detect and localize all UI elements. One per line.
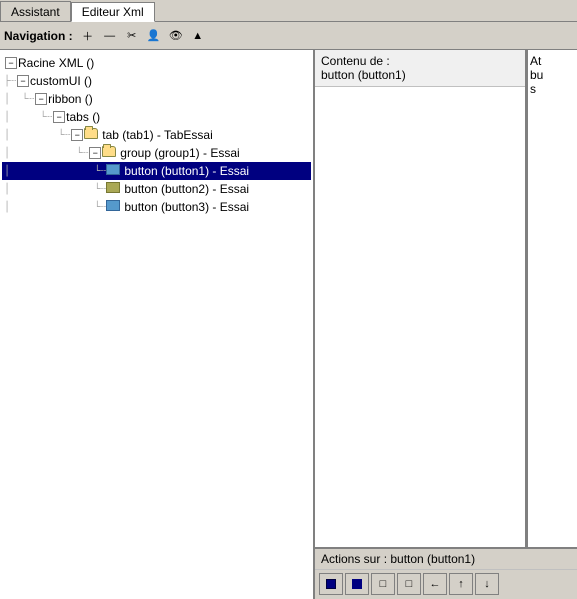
- toolbar-up-btn[interactable]: ▲: [187, 26, 209, 46]
- action-btn-down[interactable]: ↓: [475, 573, 499, 595]
- tree-item-group1[interactable]: │ └┈ − group (group1) - Essai: [2, 144, 311, 162]
- down-arrow-icon: ↓: [484, 578, 490, 590]
- connector-customui: ├┈: [4, 76, 16, 87]
- tab-editeur-xml[interactable]: Editeur Xml: [71, 2, 155, 22]
- toolbar-row: Navigation : ＋ — ✂ 👤 👁 ▲: [0, 22, 577, 50]
- item-label-customui: customUI (): [30, 74, 92, 88]
- minus-icon: —: [104, 30, 115, 42]
- action-btn-3[interactable]: □: [371, 573, 395, 595]
- expand-ribbon[interactable]: −: [35, 93, 47, 105]
- folder-icon-group1: [102, 146, 118, 160]
- toolbar-cut-btn[interactable]: ✂: [121, 26, 143, 46]
- square-icon: [352, 579, 362, 589]
- toolbar-add-btn[interactable]: ＋: [77, 26, 99, 46]
- action-btn-2[interactable]: [345, 573, 369, 595]
- attr-panel: At bu s: [527, 50, 577, 547]
- search-icon: 👤: [147, 29, 161, 42]
- back-arrow-icon: ←: [430, 578, 441, 590]
- item-label-button2: button (button2) - Essai: [124, 182, 249, 196]
- button-blue-icon-3: [106, 200, 122, 214]
- tree-item-button1[interactable]: │ └┈ button (button1) - Essai: [2, 162, 311, 180]
- folder-icon-tab1: [84, 128, 100, 142]
- stop-icon: [326, 579, 336, 589]
- toolbar-find-btn[interactable]: 👁: [165, 26, 187, 46]
- expand-customui[interactable]: −: [17, 75, 29, 87]
- up-arrow-icon: ↑: [458, 578, 464, 590]
- button-blue-icon-1: [106, 164, 122, 178]
- main-container: Navigation : ＋ — ✂ 👤 👁 ▲ − Racine XM: [0, 22, 577, 599]
- action-btn-1[interactable]: [319, 573, 343, 595]
- attr-header-3: s: [530, 82, 575, 96]
- content-header-line2: button (button1): [321, 68, 519, 82]
- up-icon: ▲: [192, 30, 203, 42]
- tree-item-racine[interactable]: − Racine XML (): [2, 54, 311, 72]
- attr-header-1: At: [530, 54, 575, 68]
- toolbar-label: Navigation :: [4, 29, 73, 43]
- expand-tabs[interactable]: −: [53, 111, 65, 123]
- paste-icon: □: [406, 578, 413, 590]
- tree-item-tab1[interactable]: │ └┈ − tab (tab1) - TabEssai: [2, 126, 311, 144]
- item-label-tab1: tab (tab1) - TabEssai: [102, 128, 213, 142]
- content-panel: Contenu de : button (button1): [315, 50, 527, 547]
- tree-item-customui[interactable]: ├┈ − customUI (): [2, 72, 311, 90]
- add-icon: ＋: [82, 28, 93, 44]
- connector-button1: │ └┈: [4, 166, 106, 177]
- connector-button3: │ └┈: [4, 202, 106, 213]
- connector-tabs: │ └┈: [4, 112, 52, 123]
- item-label-group1: group (group1) - Essai: [120, 146, 239, 160]
- connector-button2: │ └┈: [4, 184, 106, 195]
- connector-ribbon: │ └┈: [4, 94, 34, 105]
- content-panel-header: Contenu de : button (button1): [315, 50, 525, 87]
- tree-item-button3[interactable]: │ └┈ button (button3) - Essai: [2, 198, 311, 216]
- tree-item-tabs[interactable]: │ └┈ − tabs (): [2, 108, 311, 126]
- item-label-tabs: tabs (): [66, 110, 100, 124]
- attr-header-2: bu: [530, 68, 575, 82]
- action-btn-back[interactable]: ←: [423, 573, 447, 595]
- content-header-line1: Contenu de :: [321, 54, 519, 68]
- right-panels: Contenu de : button (button1) At bu s: [315, 50, 577, 599]
- item-label-ribbon: ribbon (): [48, 92, 93, 106]
- item-label-button3: button (button3) - Essai: [124, 200, 249, 214]
- toolbar-search-btn[interactable]: 👤: [143, 26, 165, 46]
- tree-item-button2[interactable]: │ └┈ button (button2) - Essai: [2, 180, 311, 198]
- action-buttons: □ □ ← ↑ ↓: [315, 570, 577, 598]
- attr-panel-inner: At bu s: [528, 50, 577, 547]
- item-label-button1: button (button1) - Essai: [124, 164, 249, 178]
- toolbar-delete-btn[interactable]: —: [99, 26, 121, 46]
- tab-assistant[interactable]: Assistant: [0, 1, 71, 21]
- item-label-racine: Racine XML (): [18, 56, 94, 70]
- right-top: Contenu de : button (button1) At bu s: [315, 50, 577, 547]
- content-row: − Racine XML () ├┈ − customUI () │ └┈ − …: [0, 50, 577, 599]
- attr-panel-header: At bu s: [528, 50, 577, 100]
- copy-icon: □: [380, 578, 387, 590]
- action-label: Actions sur : button (button1): [315, 549, 577, 570]
- binoculars-icon: 👁: [169, 29, 183, 42]
- nav-panel: − Racine XML () ├┈ − customUI () │ └┈ − …: [0, 50, 315, 599]
- connector-tab1: │ └┈: [4, 130, 70, 141]
- action-btn-up[interactable]: ↑: [449, 573, 473, 595]
- tree-item-ribbon[interactable]: │ └┈ − ribbon (): [2, 90, 311, 108]
- expand-racine[interactable]: −: [5, 57, 17, 69]
- button-olive-icon-2: [106, 182, 122, 196]
- expand-tab1[interactable]: −: [71, 129, 83, 141]
- connector-group1: │ └┈: [4, 148, 88, 159]
- expand-group1[interactable]: −: [89, 147, 101, 159]
- scissors-icon: ✂: [127, 29, 136, 42]
- action-btn-4[interactable]: □: [397, 573, 421, 595]
- action-bar: Actions sur : button (button1) □ □: [315, 547, 577, 599]
- content-area: [315, 87, 525, 547]
- tab-bar: Assistant Editeur Xml: [0, 0, 577, 22]
